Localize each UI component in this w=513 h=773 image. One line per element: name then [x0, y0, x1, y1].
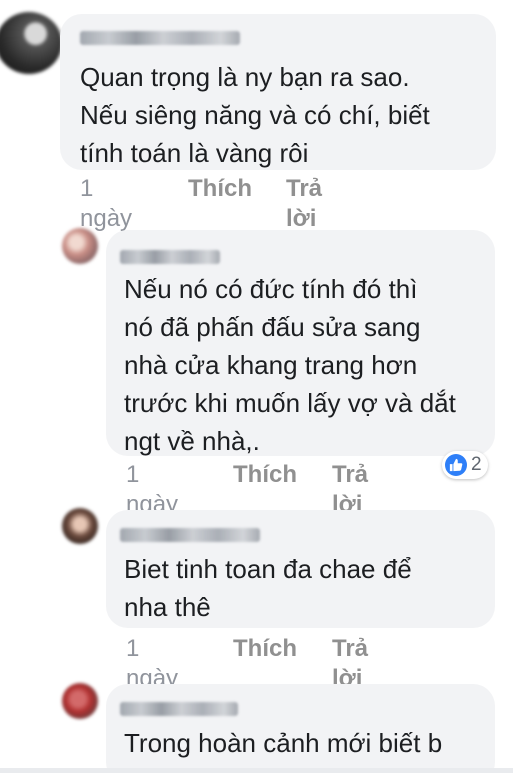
comment-text: Quan trọng là ny bạn ra sao. Nếu siêng n…: [80, 62, 430, 168]
author-name[interactable]: [120, 702, 238, 716]
comment-text: Trong hoàn cảnh mới biết b: [124, 728, 443, 758]
avatar[interactable]: [62, 683, 98, 719]
avatar[interactable]: [62, 508, 98, 544]
avatar[interactable]: [0, 12, 62, 74]
comment-bubble: Quan trọng là ny bạn ra sao. Nếu siêng n…: [60, 14, 496, 170]
comment-bubble: Nếu nó có đức tính đó thì nó đã phấn đấu…: [106, 230, 495, 456]
author-name[interactable]: [120, 528, 260, 542]
reply-link[interactable]: Trả lời: [286, 174, 322, 232]
comment-actions: 1 ngày: [126, 460, 178, 518]
comment-text: Nếu nó có đức tính đó thì nó đã phấn đấu…: [124, 274, 456, 456]
comment-bubble: Biet tinh toan đa chae để nha thê: [106, 510, 495, 628]
author-name[interactable]: [80, 31, 240, 45]
comment-text: Biet tinh toan đa chae để nha thê: [124, 554, 412, 622]
avatar[interactable]: [62, 228, 98, 264]
reply-link[interactable]: Trả lời: [332, 634, 368, 692]
like-link[interactable]: Thích: [233, 460, 297, 490]
comment-bubble: Trong hoàn cảnh mới biết b: [106, 684, 495, 773]
comment-actions: 1 ngày: [80, 174, 132, 232]
like-link[interactable]: Thích: [233, 634, 297, 664]
comment-actions: 1 ngày: [126, 634, 178, 692]
like-icon: [445, 454, 467, 476]
reaction-badge[interactable]: 2: [442, 451, 488, 479]
author-name[interactable]: [120, 250, 220, 264]
reaction-count: 2: [471, 454, 482, 475]
divider: [0, 768, 513, 773]
like-link[interactable]: Thích: [188, 174, 252, 204]
reply-link[interactable]: Trả lời: [332, 460, 368, 518]
timestamp[interactable]: 1 ngày: [80, 175, 132, 232]
